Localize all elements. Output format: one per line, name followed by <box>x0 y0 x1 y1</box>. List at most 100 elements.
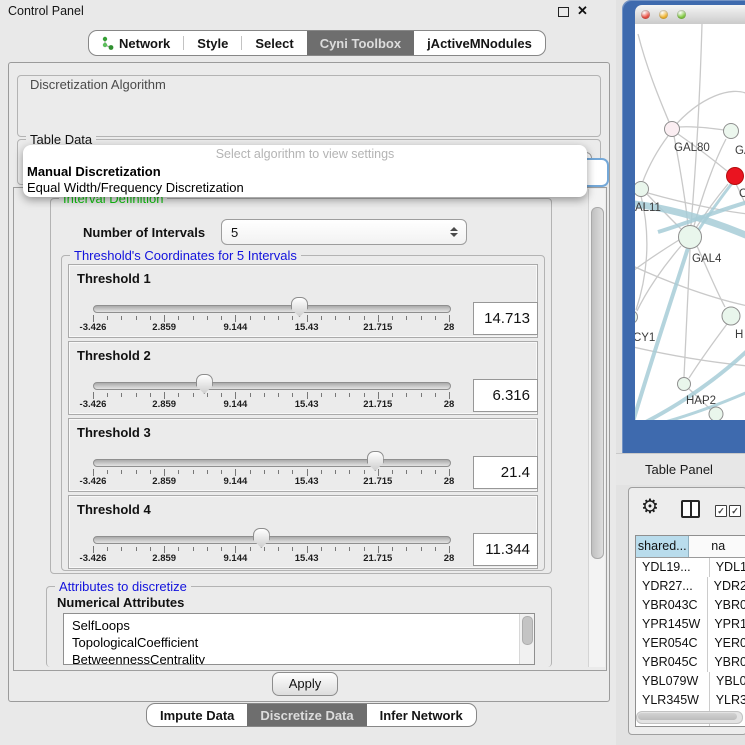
threshold-value-field[interactable]: 6.316 <box>473 379 538 412</box>
network-edge[interactable] <box>679 127 724 130</box>
attribute-list-item[interactable]: SelfLoops <box>64 617 534 634</box>
table-row[interactable]: YPR145WYPR1 <box>636 615 745 634</box>
dropdown-option[interactable]: Manual Discretization <box>23 164 587 180</box>
table-row[interactable]: YBR045CYBR0 <box>636 653 745 672</box>
tab-infer-network[interactable]: Infer Network <box>367 704 476 726</box>
network-edge[interactable] <box>689 324 727 378</box>
table-row[interactable]: YER054CYER0 <box>636 634 745 653</box>
cell-name: YDR2 <box>708 577 745 596</box>
network-window-titlebar[interactable] <box>635 5 745 25</box>
node-label: GAL80 <box>674 142 710 154</box>
network-node[interactable] <box>709 407 723 420</box>
attributes-group: Attributes to discretize Numerical Attri… <box>46 586 552 667</box>
table-row[interactable]: YBL079WYBL0 <box>636 672 745 691</box>
table-row[interactable]: YDR27...YDR2 <box>636 577 745 596</box>
attribute-list-item[interactable]: TopologicalCoefficient <box>64 634 534 651</box>
scrollbar-thumb[interactable] <box>638 713 737 720</box>
network-edge[interactable] <box>638 34 672 129</box>
slider-tick <box>392 470 393 474</box>
slider-handle[interactable] <box>367 451 384 471</box>
threshold-value-field[interactable]: 14.713 <box>473 302 538 335</box>
number-of-intervals-label: Number of Intervals <box>83 225 205 240</box>
zoom-traffic-light[interactable] <box>677 10 686 19</box>
vertical-scrollbar[interactable] <box>588 189 605 667</box>
slider-handle[interactable] <box>196 374 213 394</box>
threshold-value-field[interactable]: 11.344 <box>473 533 538 566</box>
slider-tick <box>136 470 137 474</box>
table-row[interactable]: YDL19...YDL1 <box>636 558 745 577</box>
slider-track[interactable] <box>93 305 451 313</box>
tab-impute-data[interactable]: Impute Data <box>147 704 247 726</box>
slider-tick-label: 21.715 <box>363 553 392 564</box>
slider-tick <box>193 470 194 474</box>
slider-track[interactable] <box>93 536 451 544</box>
number-of-intervals-combobox[interactable]: 5 <box>221 219 467 245</box>
slider-tick <box>250 547 251 551</box>
network-node-hap2[interactable] <box>678 378 691 391</box>
gear-icon[interactable]: ⚙ <box>641 494 659 519</box>
column-visibility-icon[interactable] <box>681 500 700 518</box>
network-node-c[interactable] <box>727 168 744 185</box>
slider-tick-label: 21.715 <box>363 322 392 333</box>
network-node-gal4[interactable] <box>679 226 702 249</box>
network-edge[interactable] <box>635 240 679 286</box>
listbox-scrollbar[interactable] <box>519 614 534 664</box>
column-header-name[interactable]: na <box>689 536 745 557</box>
slider-tick-label: 28 <box>444 476 455 487</box>
network-node-h[interactable] <box>722 307 740 325</box>
tab-jactivemnodules[interactable]: jActiveMNodules <box>414 31 545 55</box>
settings-scroll-pane: Interval Definition Number of Intervals … <box>13 187 607 671</box>
network-node-gcy1[interactable] <box>635 311 638 324</box>
slider-tick-label: 2.859 <box>152 553 176 564</box>
slider-tick <box>221 393 222 397</box>
slider-handle[interactable] <box>253 528 270 548</box>
network-node-gal80[interactable] <box>665 122 680 137</box>
node-label: H <box>735 329 743 341</box>
slider-tick <box>335 547 336 551</box>
network-edge[interactable] <box>635 256 745 306</box>
threshold-value-field[interactable]: 21.4 <box>473 456 538 489</box>
node-label: GAL11 <box>635 202 661 214</box>
table-row[interactable]: YBR043CYBR0 <box>636 596 745 615</box>
network-canvas[interactable]: GAL80GACGAL11GAL4GCY1HHAP2 <box>635 24 745 420</box>
network-node-gal11[interactable] <box>635 182 649 197</box>
close-icon[interactable]: ✕ <box>577 3 588 19</box>
slider-handle[interactable] <box>291 297 308 317</box>
slider-tick <box>207 470 208 474</box>
slider-track[interactable] <box>93 459 451 467</box>
slider-tick-label: -3.426 <box>80 553 107 564</box>
network-edge[interactable] <box>691 24 702 225</box>
slider-tick <box>421 316 422 320</box>
tab-cyni-toolbox[interactable]: Cyni Toolbox <box>307 31 414 55</box>
minimize-traffic-light[interactable] <box>659 10 668 19</box>
slider-track[interactable] <box>93 382 451 390</box>
network-edge[interactable] <box>643 136 668 181</box>
scrollbar-thumb[interactable] <box>591 207 604 559</box>
tab-network[interactable]: Network <box>89 31 183 55</box>
tab-label: Discretize Data <box>260 708 353 723</box>
network-node-ga[interactable] <box>724 124 739 139</box>
float-window-icon[interactable] <box>558 7 569 17</box>
horizontal-scrollbar[interactable] <box>636 711 743 724</box>
dropdown-option[interactable]: Equal Width/Frequency Discretization <box>23 180 587 196</box>
threshold-label: Threshold 3 <box>77 425 151 440</box>
checkbox-icon[interactable]: ✓ <box>729 505 741 517</box>
slider-tick <box>107 547 108 551</box>
slider-tick <box>321 470 322 474</box>
network-edge[interactable] <box>672 91 745 129</box>
apply-button[interactable]: Apply <box>272 672 338 696</box>
slider-tick <box>250 316 251 320</box>
column-header-shared-name[interactable]: shared... <box>636 536 689 557</box>
node-label: GAL4 <box>692 253 722 265</box>
cell-name: YDL1 <box>710 558 745 577</box>
cell-name: YBL0 <box>710 672 745 691</box>
tab-discretize-data[interactable]: Discretize Data <box>247 704 366 726</box>
slider-tick <box>193 316 194 320</box>
tab-select[interactable]: Select <box>242 31 306 55</box>
attribute-list-item[interactable]: BetweennessCentrality <box>64 651 534 665</box>
table-row[interactable]: YLR345WYLR3 <box>636 691 745 710</box>
checkbox-icon[interactable]: ✓ <box>715 505 727 517</box>
close-traffic-light[interactable] <box>641 10 650 19</box>
tab-style[interactable]: Style <box>184 31 241 55</box>
slider-tick <box>349 393 350 397</box>
